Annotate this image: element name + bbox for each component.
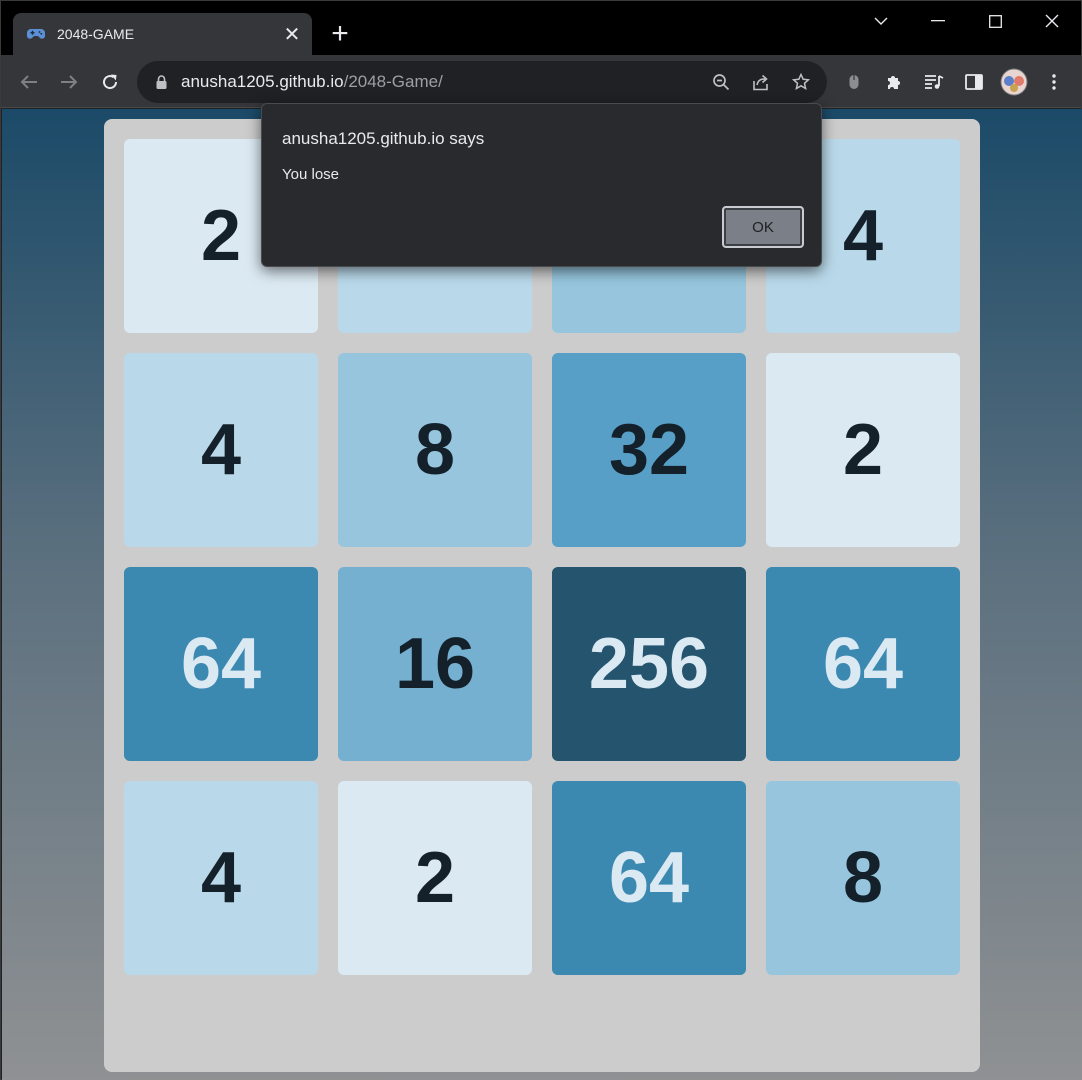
tile-r2-c3: 32: [552, 353, 746, 547]
lock-icon[interactable]: [153, 75, 169, 89]
tile-r4-c2: 2: [338, 781, 532, 975]
alert-dialog: anusha1205.github.io says You lose OK: [261, 103, 822, 267]
arrow-left-icon: [20, 75, 37, 89]
close-window-icon[interactable]: [1032, 7, 1072, 35]
url-text[interactable]: anusha1205.github.io/2048-Game/: [181, 72, 701, 92]
zoom-out-icon[interactable]: [701, 65, 741, 99]
tile-r3-c2: 16: [338, 567, 532, 761]
reload-icon: [103, 74, 118, 90]
ok-button[interactable]: OK: [722, 206, 804, 248]
tile-r2-c1: 4: [124, 353, 318, 547]
close-tab-icon[interactable]: ✕: [278, 20, 306, 48]
tile-r2-c4: 2: [766, 353, 960, 547]
dialog-title: anusha1205.github.io says: [282, 129, 485, 148]
url-domain: anusha1205.github.io: [181, 72, 344, 91]
maximize-icon[interactable]: [975, 7, 1015, 35]
reload-button[interactable]: [93, 65, 127, 99]
tab-title: 2048-GAME: [57, 26, 135, 42]
browser-toolbar: anusha1205.github.io/2048-Game/: [1, 55, 1081, 108]
back-button[interactable]: [12, 65, 46, 99]
kebab-menu-icon[interactable]: [1037, 65, 1071, 99]
tile-r4-c3: 64: [552, 781, 746, 975]
avatar[interactable]: [997, 65, 1031, 99]
tile-r3-c4: 64: [766, 567, 960, 761]
title-bar: 2048-GAME ✕ +: [1, 1, 1081, 55]
tile-r3-c1: 64: [124, 567, 318, 761]
share-icon[interactable]: [741, 65, 781, 99]
url-path: /2048-Game/: [343, 72, 443, 91]
dialog-message: You lose: [282, 166, 339, 183]
minimize-icon[interactable]: [918, 7, 958, 35]
tile-r3-c3: 256: [552, 567, 746, 761]
tile-r2-c2: 8: [338, 353, 532, 547]
side-panel-icon[interactable]: [957, 65, 991, 99]
mouse-icon[interactable]: [837, 65, 871, 99]
address-bar[interactable]: anusha1205.github.io/2048-Game/: [137, 61, 827, 103]
new-tab-button[interactable]: +: [323, 17, 357, 51]
forward-button[interactable]: [52, 65, 86, 99]
tab-search-icon[interactable]: [861, 7, 901, 35]
game-controller-icon: [27, 25, 45, 43]
media-control-icon[interactable]: [917, 65, 951, 99]
puzzle-icon[interactable]: [877, 65, 911, 99]
arrow-right-icon: [61, 75, 78, 89]
tile-r4-c4: 8: [766, 781, 960, 975]
browser-window: 2048-GAME ✕ + anusha1205.github.io/2048-…: [0, 0, 1082, 1080]
tab-2048-game[interactable]: 2048-GAME ✕: [13, 13, 312, 55]
star-icon[interactable]: [781, 65, 821, 99]
tile-r4-c1: 4: [124, 781, 318, 975]
